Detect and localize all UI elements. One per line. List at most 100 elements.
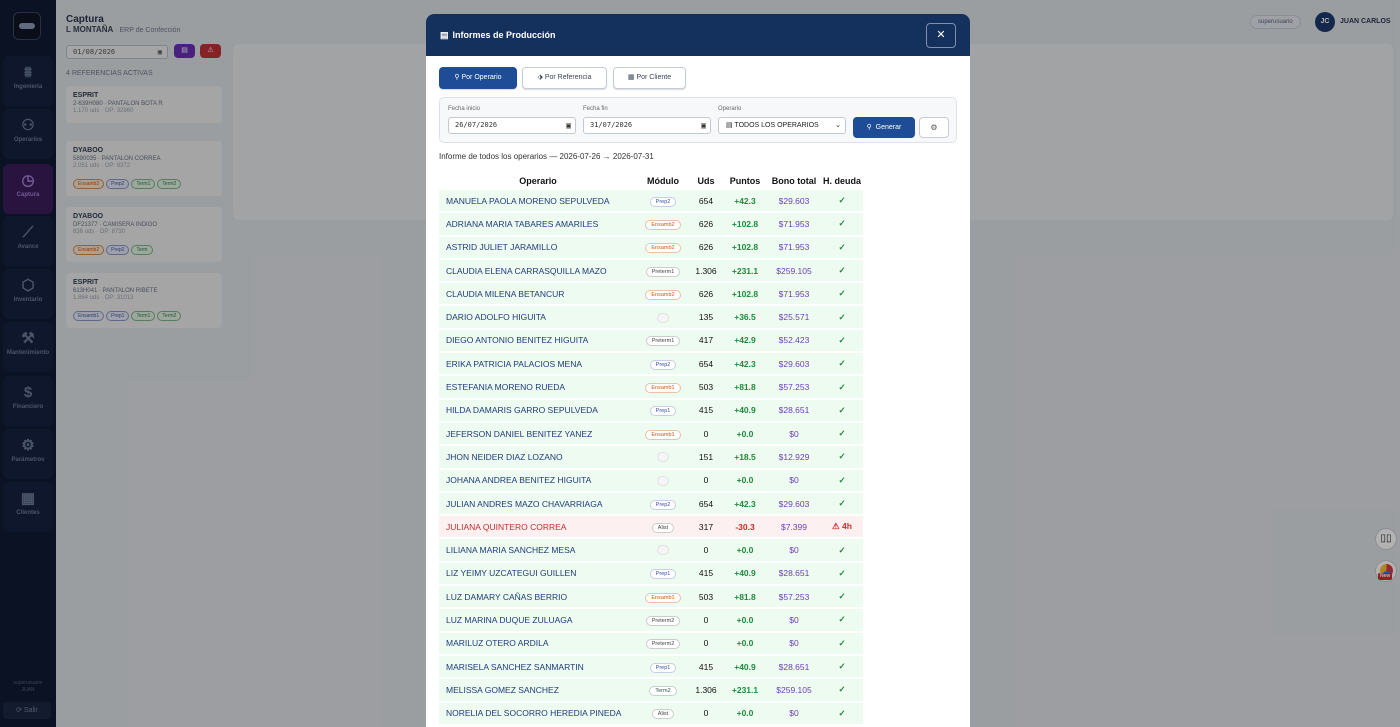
- check-icon: ✓: [821, 469, 863, 491]
- module-badge: Prep2: [649, 196, 677, 207]
- tab-por-operario[interactable]: ⚲ Por Operario: [439, 67, 517, 89]
- table-row[interactable]: NORELIA DEL SOCORRO HEREDIA PINEDA Alist 0…: [439, 702, 863, 724]
- start-date-input[interactable]: 26/07/2026 ▣: [448, 117, 576, 134]
- table-row[interactable]: MANUELA PAOLA MORENO SEPULVEDA Prep2 654 +4…: [439, 190, 863, 212]
- close-button[interactable]: ✕: [926, 23, 956, 48]
- col-modulo: Módulo: [647, 175, 679, 186]
- table-row[interactable]: DARIO ADOLFO HIGUITA 135 +36.5 $25.571 ✓: [439, 306, 863, 328]
- debt-warning: ⚠ 4h: [821, 516, 863, 538]
- table-row[interactable]: JULIANA QUINTERO CORREA Alist 317 -30.3 $7.3…: [439, 516, 863, 538]
- calendar-icon[interactable]: ▣: [701, 118, 706, 133]
- table-row[interactable]: JHON NEIDER DIAZ LOZANO 151 +18.5 $12.929 ✓: [439, 446, 863, 468]
- check-icon: ✓: [821, 306, 863, 328]
- operator-name: DARIO ADOLFO HIGUITA: [439, 306, 637, 328]
- units-cell: 151: [689, 446, 723, 468]
- bonus-cell: $71.953: [767, 213, 821, 235]
- table-row[interactable]: ERIKA PATRICIA PALACIOS MENA Prep2 654 +42.…: [439, 353, 863, 375]
- chevron-down-icon: ⌄: [835, 122, 841, 129]
- operator-name: DIEGO ANTONIO BENITEZ HIGUITA: [439, 329, 637, 352]
- bonus-cell: $0: [767, 702, 821, 724]
- points-cell: +102.8: [723, 213, 767, 235]
- operator-name: ESTEFANIA MORENO RUEDA: [439, 376, 637, 398]
- tab-por-cliente[interactable]: ▦ Por Cliente: [613, 67, 686, 89]
- points-cell: +81.8: [723, 376, 767, 398]
- units-cell: 417: [689, 329, 723, 352]
- table-row[interactable]: JOHANA ANDREA BENITEZ HIGUITA 0 +0.0 $0 ✓: [439, 469, 863, 491]
- points-cell: -30.3: [723, 516, 767, 538]
- module-badge: Ensamb1: [645, 383, 681, 394]
- module-badge: Ensamb1: [645, 429, 681, 440]
- operator-name: CLAUDIA MILENA BETANCUR: [439, 283, 637, 305]
- units-cell: 654: [689, 190, 723, 212]
- module-badge: Alist: [651, 709, 675, 720]
- bonus-cell: $29.603: [767, 190, 821, 212]
- generate-button[interactable]: ⚲ Generar: [853, 117, 915, 138]
- start-date-value: 26/07/2026: [455, 121, 498, 129]
- module-cell: Prep2: [637, 492, 689, 515]
- check-icon: ✓: [821, 562, 863, 585]
- table-row[interactable]: LUZ DAMARY CAÑAS BERRIO Ensamb1 503 +81.8 $5…: [439, 586, 863, 608]
- check-icon: ✓: [821, 236, 863, 258]
- points-cell: +40.9: [723, 399, 767, 421]
- operator-name: JOHANA ANDREA BENITEZ HIGUITA: [439, 469, 637, 491]
- bonus-cell: $52.423: [767, 329, 821, 352]
- check-icon: ✓: [821, 679, 863, 701]
- units-cell: 0: [689, 539, 723, 561]
- module-badge: Ensamb1: [645, 592, 681, 603]
- units-cell: 626: [689, 236, 723, 258]
- report-filters: Fecha inicio 26/07/2026 ▣ Fecha fin 31/07…: [439, 97, 957, 143]
- table-row[interactable]: LUZ MARINA DUQUE ZULUAGA Preterm2 0 +0.0 $0 ✓: [439, 609, 863, 631]
- table-row[interactable]: MARILUZ OTERO ARDILA Preterm2 0 +0.0 $0 ✓: [439, 632, 863, 654]
- table-row[interactable]: ESTEFANIA MORENO RUEDA Ensamb1 503 +81.8 $57…: [439, 376, 863, 398]
- bonus-cell: $259.105: [767, 259, 821, 282]
- points-cell: +36.5: [723, 306, 767, 328]
- table-row[interactable]: DIEGO ANTONIO BENITEZ HIGUITA Preterm1 417…: [439, 329, 863, 352]
- check-icon: ✓: [821, 492, 863, 515]
- end-date-input[interactable]: 31/07/2026 ▣: [583, 117, 711, 134]
- operator-name: JULIANA QUINTERO CORREA: [439, 516, 637, 538]
- module-cell: Prep2: [637, 353, 689, 375]
- table-row[interactable]: ASTRID JULIET JARAMILLO Ensamb2 626 +102.8 $…: [439, 236, 863, 258]
- table-row[interactable]: MELISSA GOMEZ SANCHEZ Term2 1.306 +231.1 $25…: [439, 679, 863, 701]
- check-icon: ✓: [821, 329, 863, 352]
- operator-name: ADRIANA MARIA TABARES AMARILES: [439, 213, 637, 235]
- module-badge: [657, 545, 669, 556]
- units-cell: 317: [689, 516, 723, 538]
- check-icon: ✓: [821, 353, 863, 375]
- bonus-cell: $57.253: [767, 376, 821, 398]
- settings-button[interactable]: ⚙: [919, 117, 949, 138]
- module-badge: Preterm2: [645, 615, 681, 626]
- module-cell: Ensamb1: [637, 422, 689, 445]
- operator-name: JULIAN ANDRES MAZO CHAVARRIAGA: [439, 492, 637, 515]
- col-puntos: Puntos: [729, 175, 761, 186]
- module-cell: Alist: [637, 702, 689, 724]
- check-icon: ✓: [821, 283, 863, 305]
- module-badge: Prep1: [649, 569, 677, 580]
- table-row[interactable]: HILDA DAMARIS GARRO SEPULVEDA Prep1 415 +40…: [439, 399, 863, 421]
- tab-por-referencia[interactable]: ⬗ Por Referencia: [522, 67, 607, 89]
- table-row[interactable]: MARISELA SANCHEZ SANMARTIN Prep1 415 +40.9 $…: [439, 655, 863, 678]
- table-row[interactable]: ADRIANA MARIA TABARES AMARILES Ensamb2 626…: [439, 213, 863, 235]
- units-cell: 135: [689, 306, 723, 328]
- units-cell: 415: [689, 655, 723, 678]
- points-cell: +42.9: [723, 329, 767, 352]
- module-badge: Prep1: [649, 406, 677, 417]
- gear-icon: ⚙: [930, 123, 938, 132]
- module-cell: Ensamb2: [637, 236, 689, 258]
- table-row[interactable]: LIZ YEIMY UZCATEGUI GUILLEN Prep1 415 +40.9…: [439, 562, 863, 585]
- table-row[interactable]: JEFERSON DANIEL BENITEZ YANEZ Ensamb1 0 +0.…: [439, 422, 863, 445]
- points-cell: +102.8: [723, 283, 767, 305]
- module-badge: Term2: [649, 685, 677, 696]
- operator-select[interactable]: ▤ TODOS LOS OPERARIOS ⌄: [718, 117, 846, 134]
- table-row[interactable]: JULIAN ANDRES MAZO CHAVARRIAGA Prep2 654 +4…: [439, 492, 863, 515]
- table-row[interactable]: LILIANA MARIA SANCHEZ MESA 0 +0.0 $0 ✓: [439, 539, 863, 561]
- module-cell: Ensamb2: [637, 213, 689, 235]
- generate-label: Generar: [875, 124, 902, 131]
- bonus-cell: $0: [767, 539, 821, 561]
- table-row[interactable]: CLAUDIA ELENA CARRASQUILLA MAZO Preterm1 1…: [439, 259, 863, 282]
- points-cell: +0.0: [723, 469, 767, 491]
- calendar-icon[interactable]: ▣: [566, 118, 571, 133]
- module-cell: [637, 469, 689, 491]
- table-row[interactable]: CLAUDIA MILENA BETANCUR Ensamb2 626 +102.8 $…: [439, 283, 863, 305]
- tab-label: Por Referencia: [544, 74, 592, 81]
